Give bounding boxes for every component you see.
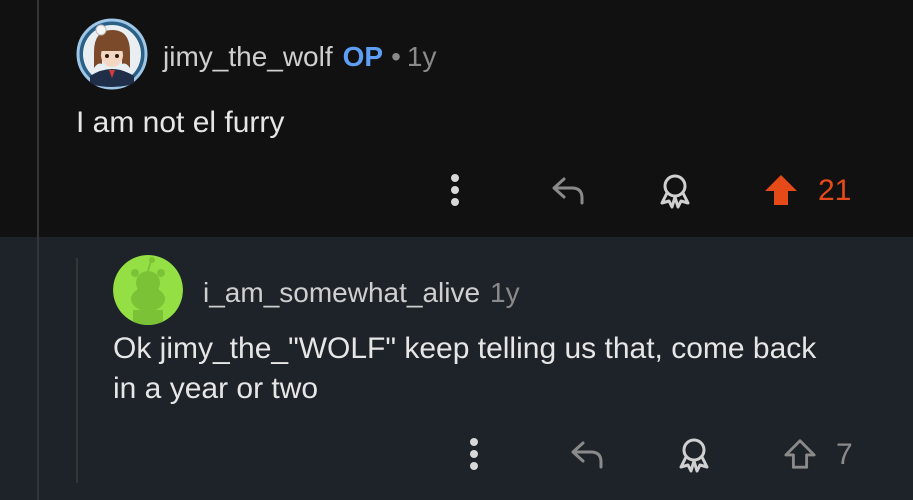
more-options-icon	[470, 438, 478, 470]
more-options-button[interactable]	[440, 170, 470, 210]
award-button[interactable]	[655, 170, 695, 210]
op-comment-meta: jimy_the_wolf OP • 1y	[163, 41, 437, 73]
snoo-avatar-icon	[113, 255, 183, 325]
op-badge: OP	[342, 41, 384, 72]
comment-age: 1y	[490, 277, 520, 308]
upvote-arrow-icon	[765, 175, 797, 205]
more-options-button[interactable]	[459, 434, 489, 474]
separator-dot: •	[391, 41, 401, 72]
comment-age: 1y	[406, 41, 437, 72]
upvote-button[interactable]	[760, 170, 802, 210]
comment-body-line: Ok jimy_the_"WOLF" keep telling us that,…	[113, 332, 817, 365]
reply-button[interactable]	[548, 170, 588, 210]
comment-body-line: in a year or two	[113, 372, 319, 405]
comment-body: Ok jimy_the_"WOLF" keep telling us that,…	[113, 329, 816, 409]
more-options-icon	[451, 174, 459, 206]
reply-button[interactable]	[567, 434, 607, 474]
vote-count: 7	[836, 438, 853, 471]
op-avatar[interactable]	[76, 18, 148, 90]
reply-comment-meta: i_am_somewhat_alive 1y	[203, 277, 520, 309]
reply-avatar[interactable]	[113, 255, 183, 325]
award-icon	[660, 174, 690, 209]
award-icon	[679, 438, 709, 473]
reply-icon	[571, 441, 603, 469]
upvote-arrow-icon	[784, 439, 816, 469]
thread-line[interactable]	[37, 0, 39, 500]
anime-avatar-icon	[76, 18, 148, 90]
comment-body: I am not el furry	[76, 106, 285, 139]
vote-count: 21	[818, 174, 852, 207]
reply-thread-line[interactable]	[76, 258, 78, 483]
upvote-button[interactable]	[780, 434, 820, 474]
username[interactable]: jimy_the_wolf	[163, 41, 333, 72]
reply-icon	[552, 177, 584, 205]
award-button[interactable]	[674, 434, 714, 474]
username[interactable]: i_am_somewhat_alive	[203, 277, 480, 308]
